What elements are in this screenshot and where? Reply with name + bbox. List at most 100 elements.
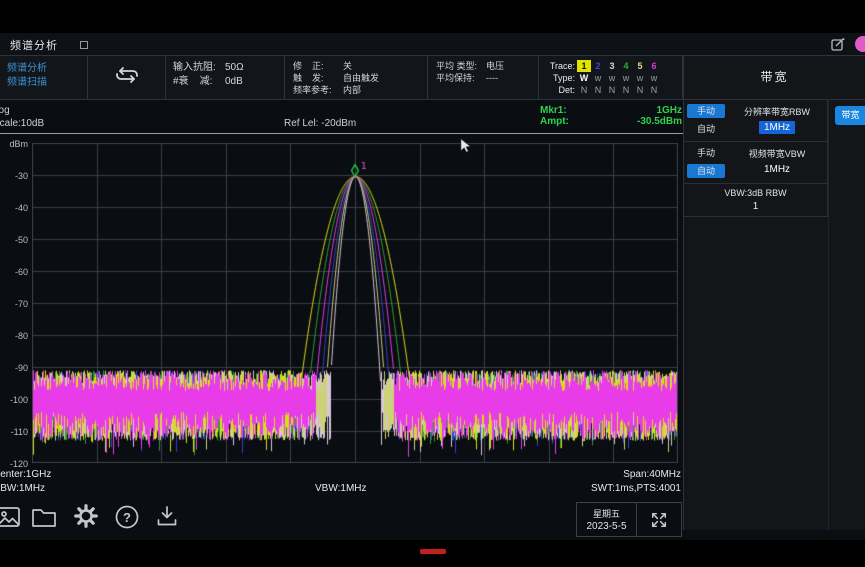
vbw-auto-button[interactable]: 自动 (687, 164, 725, 178)
log-label: Log (0, 105, 10, 116)
trace-4[interactable]: 4 (619, 60, 633, 72)
atten-label: #衰 减: (173, 75, 225, 89)
trace-det-3: N (605, 84, 619, 96)
trace-det-1: N (577, 84, 591, 96)
vbw-menu-row: 手动 自动 视频带宽VBW 1MHz (684, 142, 828, 184)
continuous-sweep-cell (88, 56, 166, 99)
type-row-label: Type: (539, 72, 575, 84)
trace-type-6: w (647, 72, 661, 84)
date-display: 星期五 2023-5-5 (576, 502, 637, 537)
vbw-ratio-row[interactable]: VBW:3dB RBW 1 (684, 184, 828, 217)
mode-spectrum-sweep[interactable]: 频谱扫描 (0, 76, 87, 90)
display-separator (0, 133, 683, 134)
y-axis-label: -50 (0, 235, 28, 245)
trace-6[interactable]: 6 (647, 60, 661, 72)
date-label: 2023-5-5 (577, 521, 636, 532)
rbw-auto-button[interactable]: 自动 (687, 122, 725, 136)
bandwidth-menu-panel: 带宽 手动 自动 分辨率带宽RBW 1MHz 手动 自动 视频带宽VBW 1MH… (683, 55, 865, 530)
save-download-icon[interactable] (154, 504, 180, 535)
screenshot-icon[interactable] (0, 504, 22, 535)
vbw-value[interactable]: 1MHz (759, 163, 795, 176)
impedance-label: 输入抗阻: (173, 61, 225, 75)
trace-1[interactable]: 1 (577, 60, 591, 72)
trigger-cell: 修 正:关 触 发:自由触发 频率参考:内部 (285, 56, 428, 99)
trace-type-1: W (577, 72, 591, 84)
app-screen: 频谱分析 频谱分析 频谱扫描 输入抗阻:50Ω #衰 减:0dB (0, 33, 865, 540)
folder-icon[interactable] (30, 505, 58, 534)
settings-gear-icon[interactable] (72, 502, 100, 535)
trace-2[interactable]: 2 (591, 60, 605, 72)
vbw-manual-button[interactable]: 手动 (687, 146, 725, 160)
edit-icon[interactable] (831, 37, 845, 56)
ref-level-label: Ref Lel: -20dBm (284, 118, 356, 129)
y-axis-label: -120 (0, 459, 28, 469)
swt-note: SWT:1ms,PTS:4001 (591, 483, 681, 494)
correction-value: 关 (343, 61, 352, 71)
repeat-icon[interactable] (112, 65, 142, 90)
help-icon[interactable]: ? (114, 504, 140, 535)
vbw-label: 视频带宽VBW (728, 147, 826, 160)
marker-ampt-label: Ampt: (540, 116, 569, 127)
det-row-label: Det: (539, 84, 575, 96)
y-axis-label: -60 (0, 267, 28, 277)
avgtype-value: 电压 (486, 61, 504, 71)
impedance-value: 50Ω (225, 62, 244, 73)
rbw-label: 分辨率带宽RBW (728, 105, 826, 118)
vbw-ratio-value: 1 (684, 201, 827, 212)
span-note: Span:40MHz (623, 469, 681, 480)
atten-value: 0dB (225, 76, 243, 87)
fullscreen-button[interactable] (636, 502, 682, 537)
spectrum-plot[interactable] (32, 143, 678, 463)
avgtype-label: 平均 类型: (436, 60, 486, 72)
tab-window-icon[interactable] (80, 41, 88, 49)
trace-table: Trace: 1 2 3 4 5 6 Type: W w w w w w Det… (539, 56, 683, 99)
user-badge[interactable] (855, 36, 865, 52)
trace-det-6: N (647, 84, 661, 96)
vbw-ratio-label: VBW:3dB RBW (684, 188, 827, 198)
marker-readout: Mkr1: 1GHz Ampt: -30.5dBm (540, 105, 682, 127)
trigger-label: 触 发: (293, 72, 343, 84)
correction-label: 修 正: (293, 60, 343, 72)
rbw-value[interactable]: 1MHz (759, 121, 795, 134)
trace-det-5: N (633, 84, 647, 96)
y-axis-label: -30 (0, 171, 28, 181)
mode-list: 频谱分析 频谱扫描 (0, 56, 88, 99)
mode-spectrum-analysis[interactable]: 频谱分析 (0, 62, 87, 76)
header-strip: 频谱分析 频谱扫描 输入抗阻:50Ω #衰 减:0dB 修 正:关 触 发:自由… (0, 55, 683, 100)
trace-type-4: w (619, 72, 633, 84)
tab-bar: 频谱分析 (0, 33, 865, 56)
trace-det-4: N (619, 84, 633, 96)
average-cell: 平均 类型:电压 平均保持:---- (428, 56, 539, 99)
avghold-label: 平均保持: (436, 72, 486, 84)
trace-type-2: w (591, 72, 605, 84)
trace-type-5: w (633, 72, 647, 84)
svg-text:?: ? (123, 510, 131, 525)
y-axis-label: -40 (0, 203, 28, 213)
trace-5[interactable]: 5 (633, 60, 647, 72)
y-axis-label: -80 (0, 331, 28, 341)
bandwidth-side-tab[interactable]: 带宽 (835, 106, 865, 125)
home-indicator-bar[interactable] (420, 549, 446, 554)
marker-freq: 1GHz (656, 105, 682, 116)
trigger-value: 自由触发 (343, 73, 379, 83)
marker-name: Mkr1: (540, 105, 567, 116)
trace-3[interactable]: 3 (605, 60, 619, 72)
avghold-value: ---- (486, 73, 498, 83)
rbw-manual-button[interactable]: 手动 (687, 104, 725, 118)
vbw-note: VBW:1MHz (315, 483, 367, 494)
trace-row-label: Trace: (539, 60, 575, 72)
y-axis-label: -100 (0, 395, 28, 405)
weekday-label: 星期五 (577, 507, 636, 520)
panel-divider (828, 99, 829, 530)
impedance-cell: 输入抗阻:50Ω #衰 减:0dB (166, 56, 285, 99)
trace-det-2: N (591, 84, 605, 96)
freqref-value: 内部 (343, 85, 361, 95)
center-freq-note: Center:1GHz (0, 469, 51, 480)
rbw-menu-row: 手动 自动 分辨率带宽RBW 1MHz (684, 100, 828, 142)
freqref-label: 频率参考: (293, 84, 343, 96)
mouse-cursor (460, 138, 471, 158)
y-axis-label: -110 (0, 427, 28, 437)
marker-ampt-value: -30.5dBm (637, 116, 682, 127)
panel-title: 带宽 (684, 56, 865, 100)
app-tab[interactable]: 频谱分析 (10, 37, 58, 53)
